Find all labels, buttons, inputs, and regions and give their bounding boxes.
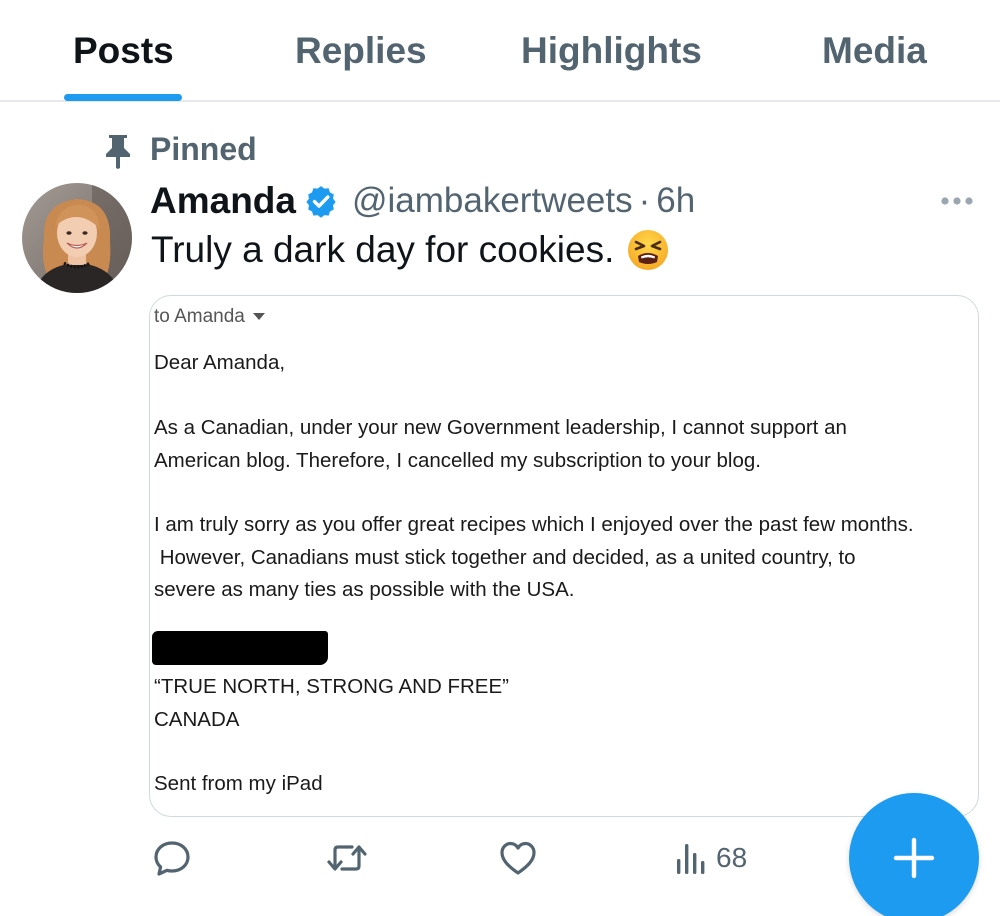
email-signature-motto: “TRUE NORTH, STRONG AND FREE”: [154, 675, 509, 698]
email-recipient: to Amanda: [154, 306, 245, 327]
more-options-icon[interactable]: [940, 195, 974, 207]
email-to-line: to Amanda: [154, 306, 265, 328]
email-signature-country: CANADA: [154, 708, 240, 731]
redacted-name-block: [152, 631, 328, 665]
post-timestamp[interactable]: 6h: [656, 181, 695, 221]
email-body-line: However, Canadians must stick together a…: [154, 546, 856, 569]
separator-dot: ·: [638, 181, 651, 220]
email-body-line: As a Canadian, under your new Government…: [154, 416, 847, 439]
tired-face-emoji-icon: [628, 230, 669, 270]
post-text: Truly a dark day for cookies.: [151, 228, 670, 272]
post-header: Amanda @iambakertweets · 6h: [150, 179, 695, 223]
email-body-line: severe as many ties as possible with the…: [154, 578, 575, 601]
profile-tabs: Posts Replies Highlights Media: [0, 0, 1000, 102]
like-button[interactable]: [499, 838, 537, 878]
user-handle[interactable]: @iambakertweets: [352, 181, 633, 221]
post-media-image[interactable]: to Amanda Dear Amanda, As a Canadian, un…: [149, 295, 979, 817]
compose-post-button[interactable]: [849, 793, 979, 916]
views-button[interactable]: 68: [676, 838, 747, 878]
tab-replies[interactable]: Replies: [295, 30, 427, 72]
reply-button[interactable]: [152, 838, 192, 878]
email-greeting: Dear Amanda,: [154, 351, 286, 374]
email-body-line: I am truly sorry as you offer great reci…: [154, 513, 914, 536]
verified-badge-icon[interactable]: [304, 184, 338, 218]
repost-button[interactable]: [326, 838, 368, 878]
caret-down-icon: [252, 313, 265, 321]
active-tab-indicator: [64, 94, 182, 101]
tab-media[interactable]: Media: [822, 30, 927, 72]
reply-icon: [154, 841, 190, 876]
tab-posts[interactable]: Posts: [73, 30, 174, 72]
views-count: 68: [716, 842, 748, 873]
pin-icon: [106, 135, 130, 169]
plus-icon: [893, 837, 935, 879]
views-icon: [677, 844, 705, 874]
display-name[interactable]: Amanda: [150, 180, 296, 222]
heart-icon: [500, 841, 536, 875]
post-text-body: Truly a dark day for cookies.: [151, 229, 615, 270]
email-body-line: American blog. Therefore, I cancelled my…: [154, 449, 761, 472]
pinned-label: Pinned: [150, 131, 257, 167]
email-sent-from: Sent from my iPad: [154, 772, 323, 795]
repost-icon: [327, 845, 367, 871]
avatar[interactable]: [22, 183, 132, 293]
tab-highlights[interactable]: Highlights: [521, 30, 702, 72]
avatar-image: [22, 183, 132, 293]
